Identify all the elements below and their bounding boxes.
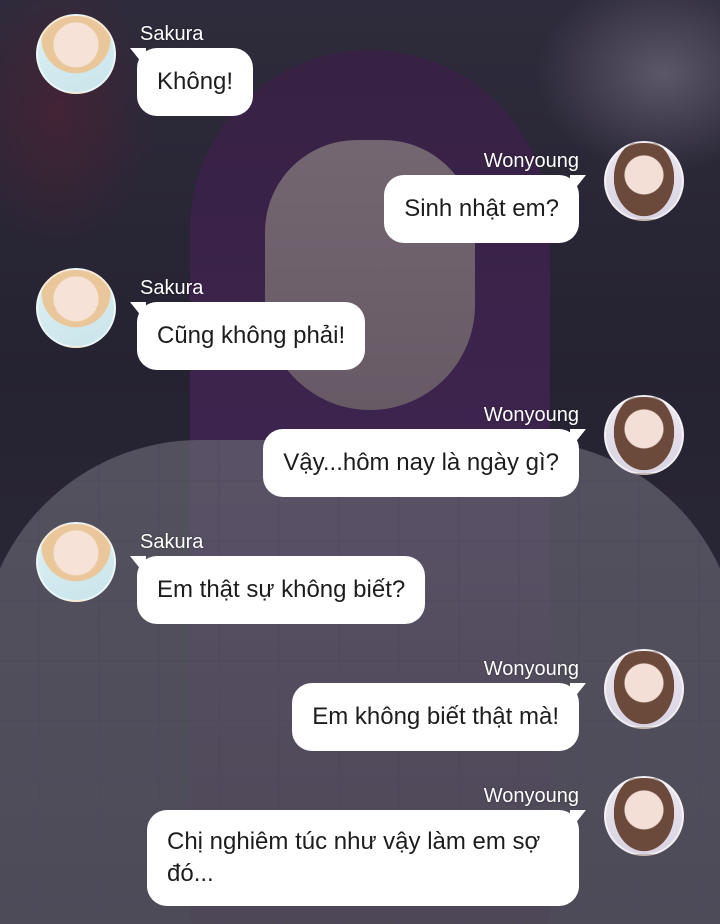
sakura-avatar[interactable] xyxy=(36,522,116,602)
message-bubble[interactable]: Vậy...hôm nay là ngày gì? xyxy=(263,429,586,497)
sakura-avatar[interactable] xyxy=(36,268,116,348)
sakura-avatar[interactable] xyxy=(36,14,116,94)
sender-name: Wonyoung xyxy=(483,785,579,807)
message-bubble[interactable]: Không! xyxy=(129,48,254,116)
message-bubble[interactable]: Chị nghiêm túc như vậy làm em sợ đó... xyxy=(147,810,586,906)
message-bubble[interactable]: Em không biết thật mà! xyxy=(292,683,586,751)
message-bubble[interactable]: Em thật sự không biết? xyxy=(129,556,426,624)
message-bubble[interactable]: Cũng không phải! xyxy=(129,302,366,370)
sender-name: Sakura xyxy=(140,23,204,45)
wonyoung-avatar[interactable] xyxy=(604,649,684,729)
sender-name: Sakura xyxy=(140,531,204,553)
sender-name: Wonyoung xyxy=(483,150,579,172)
sender-name: Sakura xyxy=(140,277,204,299)
wonyoung-avatar[interactable] xyxy=(604,395,684,475)
wonyoung-avatar[interactable] xyxy=(604,776,684,856)
sender-name: Wonyoung xyxy=(483,404,579,426)
sender-name: Wonyoung xyxy=(483,658,579,680)
wonyoung-avatar[interactable] xyxy=(604,141,684,221)
message-bubble[interactable]: Sinh nhật em? xyxy=(384,175,586,243)
